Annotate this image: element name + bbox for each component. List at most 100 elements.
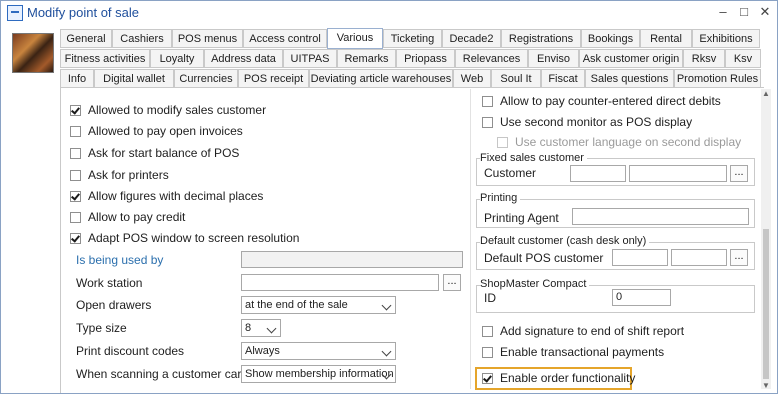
scanning-customer-card-value: Show membership information xyxy=(245,368,394,380)
checkbox-checked-icon[interactable] xyxy=(70,104,81,116)
checkbox-allow-pay-credit[interactable]: Allow to pay credit xyxy=(70,209,185,225)
chevron-down-icon xyxy=(381,346,392,357)
checkbox-label: Ask for start balance of POS xyxy=(88,146,240,160)
checkbox-allow-direct-debits[interactable]: Allow to pay counter-entered direct debi… xyxy=(482,93,721,109)
close-button[interactable]: ✕ xyxy=(755,3,775,21)
work-station-input[interactable] xyxy=(241,274,439,291)
scroll-down-arrow-icon[interactable]: ▼ xyxy=(761,381,771,391)
printing-agent-input[interactable] xyxy=(572,208,749,225)
checkbox-label: Allow to pay credit xyxy=(88,210,186,224)
type-size-select[interactable]: 8 xyxy=(241,319,281,337)
maximize-button[interactable]: □ xyxy=(734,3,754,21)
customer-name-input[interactable] xyxy=(629,165,727,182)
tab-address-data[interactable]: Address data xyxy=(204,49,283,68)
checkbox-allowed-pay-open-invoices[interactable]: Allowed to pay open invoices xyxy=(70,123,243,139)
checkbox-add-signature[interactable]: Add signature to end of shift report xyxy=(482,323,684,339)
checkbox-allowed-modify-sales-customer[interactable]: Allowed to modify sales customer xyxy=(70,102,266,118)
tab-deviating-article-warehouses[interactable]: Deviating article warehouses xyxy=(309,69,453,88)
tab-enviso[interactable]: Enviso xyxy=(528,49,579,68)
default-customer-code-input[interactable] xyxy=(612,249,668,266)
tab-remarks[interactable]: Remarks xyxy=(337,49,396,68)
checkbox-ask-start-balance[interactable]: Ask for start balance of POS xyxy=(70,145,239,161)
tab-rental[interactable]: Rental xyxy=(640,29,692,48)
type-size-label: Type size xyxy=(76,320,127,336)
checkbox-allow-decimal-figures[interactable]: Allow figures with decimal places xyxy=(70,188,263,204)
checkbox-icon[interactable] xyxy=(482,95,493,107)
tab-promotion-rules[interactable]: Promotion Rules xyxy=(674,69,761,88)
tab-currencies[interactable]: Currencies xyxy=(174,69,238,88)
tab-ticketing[interactable]: Ticketing xyxy=(383,29,442,48)
type-size-value: 8 xyxy=(245,322,252,334)
print-discount-codes-text: Print discount codes xyxy=(76,344,185,358)
scroll-up-arrow-icon[interactable]: ▲ xyxy=(761,89,771,99)
tab-ksv[interactable]: Ksv xyxy=(725,49,761,68)
checkbox-checked-icon[interactable] xyxy=(482,372,493,384)
tab-exhibitions[interactable]: Exhibitions xyxy=(692,29,760,48)
minimize-button[interactable]: – xyxy=(713,3,733,21)
tab-info[interactable]: Info xyxy=(60,69,94,88)
checkbox-icon[interactable] xyxy=(482,325,493,337)
tab-relevances[interactable]: Relevances xyxy=(455,49,528,68)
checkbox-transactional-payments[interactable]: Enable transactional payments xyxy=(482,344,664,360)
customer-text: Customer xyxy=(484,166,537,180)
work-station-label: Work station xyxy=(76,275,142,291)
scrollbar-thumb[interactable] xyxy=(763,229,769,379)
work-station-text: Work station xyxy=(76,276,143,290)
checkbox-icon[interactable] xyxy=(70,169,81,181)
checkbox-icon[interactable] xyxy=(70,211,81,223)
checkbox-order-functionality[interactable]: Enable order functionality xyxy=(482,370,635,386)
tab-digital-wallet[interactable]: Digital wallet xyxy=(94,69,174,88)
tab-soul-it[interactable]: Soul It xyxy=(491,69,541,88)
work-station-browse-button[interactable]: ... xyxy=(443,274,461,291)
tab-pos-receipt[interactable]: POS receipt xyxy=(238,69,309,88)
checkbox-icon[interactable] xyxy=(70,147,81,159)
tab-general[interactable]: General xyxy=(60,29,112,48)
default-customer-name-input[interactable] xyxy=(671,249,727,266)
open-drawers-text: Open drawers xyxy=(76,298,152,312)
tab-rksv[interactable]: Rksv xyxy=(683,49,725,68)
printing-agent-text: Printing Agent xyxy=(484,211,559,225)
checkbox-disabled-icon xyxy=(497,136,508,148)
checkbox-label: Adapt POS window to screen resolution xyxy=(88,231,300,245)
title-bar: Modify point of sale – □ ✕ xyxy=(1,1,777,25)
tab-pos-menus[interactable]: POS menus xyxy=(172,29,243,48)
tab-cashiers[interactable]: Cashiers xyxy=(112,29,172,48)
checkbox-adapt-pos-window[interactable]: Adapt POS window to screen resolution xyxy=(70,230,299,246)
is-being-used-by-label: Is being used by xyxy=(76,252,163,268)
print-discount-codes-label: Print discount codes xyxy=(76,343,184,359)
checkbox-second-monitor[interactable]: Use second monitor as POS display xyxy=(482,114,692,130)
tab-various[interactable]: Various xyxy=(327,28,383,49)
tab-bookings[interactable]: Bookings xyxy=(581,29,640,48)
tab-loyalty[interactable]: Loyalty xyxy=(150,49,204,68)
print-discount-codes-value: Always xyxy=(245,345,280,357)
is-being-used-by-text: Is being used by xyxy=(76,253,164,267)
tab-sales-questions[interactable]: Sales questions xyxy=(585,69,674,88)
tab-web[interactable]: Web xyxy=(453,69,491,88)
tab-registrations[interactable]: Registrations xyxy=(501,29,581,48)
tab-fiscat[interactable]: Fiscat xyxy=(541,69,585,88)
open-drawers-label: Open drawers xyxy=(76,297,151,313)
checkbox-icon[interactable] xyxy=(482,346,493,358)
tab-ask-customer-origin[interactable]: Ask customer origin xyxy=(579,49,683,68)
column-divider xyxy=(470,89,471,389)
tab-decade2[interactable]: Decade2 xyxy=(442,29,501,48)
scanning-customer-card-select[interactable]: Show membership information xyxy=(241,365,396,383)
shopmaster-id-input[interactable]: 0 xyxy=(612,289,671,306)
checkbox-checked-icon[interactable] xyxy=(70,190,81,202)
tab-fitness-activities[interactable]: Fitness activities xyxy=(60,49,150,68)
open-drawers-select[interactable]: at the end of the sale xyxy=(241,296,396,314)
shopmaster-id-label: ID xyxy=(484,290,496,306)
tab-priopass[interactable]: Priopass xyxy=(396,49,455,68)
tab-uitpas[interactable]: UITPAS xyxy=(283,49,337,68)
customer-browse-button[interactable]: ... xyxy=(730,165,748,182)
checkbox-checked-icon[interactable] xyxy=(70,232,81,244)
tab-access-control[interactable]: Access control xyxy=(243,29,327,48)
checkbox-ask-for-printers[interactable]: Ask for printers xyxy=(70,167,169,183)
checkbox-icon[interactable] xyxy=(70,125,81,137)
checkbox-icon[interactable] xyxy=(482,116,493,128)
default-customer-browse-button[interactable]: ... xyxy=(730,249,748,266)
is-being-used-by-field xyxy=(241,251,463,268)
vertical-scrollbar[interactable] xyxy=(761,89,771,389)
print-discount-codes-select[interactable]: Always xyxy=(241,342,396,360)
customer-code-input[interactable] xyxy=(570,165,626,182)
